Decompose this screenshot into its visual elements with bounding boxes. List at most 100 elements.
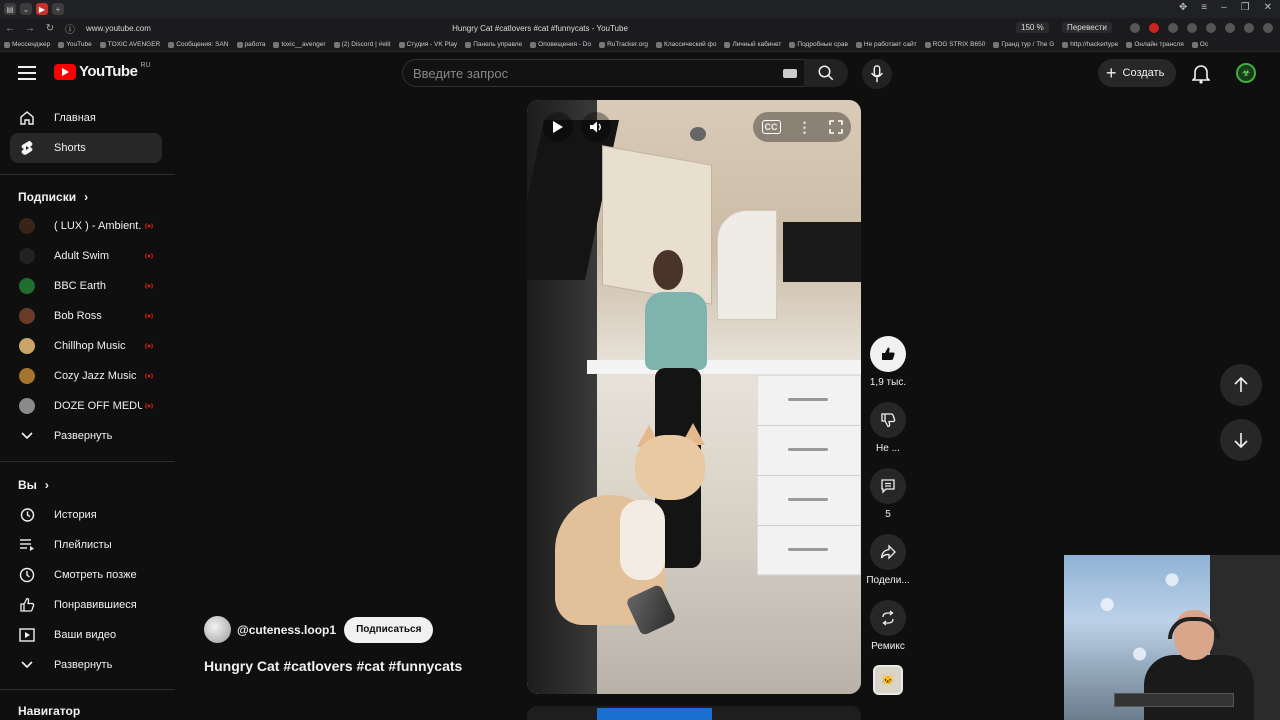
extension-icon[interactable] (1263, 23, 1273, 33)
voice-search-button[interactable] (862, 59, 892, 89)
channel-avatar[interactable] (204, 616, 231, 643)
account-avatar[interactable]: ☣ (1236, 63, 1256, 83)
more-options-icon[interactable]: ⋮ (798, 119, 812, 136)
bookmark-item[interactable]: Подробные срав (785, 41, 852, 48)
like-button[interactable] (870, 336, 906, 372)
minimize-button[interactable]: – (1221, 2, 1227, 13)
create-label: Создать (1122, 67, 1165, 79)
bookmark-label: http://hackertype (1070, 41, 1119, 48)
translate-button[interactable]: Перевести (1062, 22, 1112, 33)
captions-icon[interactable]: CC (761, 120, 781, 134)
bookmark-label: Не работает сайт (863, 41, 917, 48)
play-button[interactable] (543, 112, 573, 142)
arrow-down-icon (1234, 433, 1248, 448)
subscription-item[interactable]: DOZE OFF MEDU... (10, 391, 162, 421)
bookmark-item[interactable]: Сообщения: SAN (164, 41, 232, 48)
bookmark-item[interactable]: Студия - VK Play (395, 41, 462, 48)
play-icon (553, 121, 563, 133)
divider (0, 174, 175, 175)
extension-icon[interactable] (1225, 23, 1235, 33)
bookmark-item[interactable]: Личный кабинет (720, 41, 785, 48)
tab-list-icon[interactable]: ⌄ (20, 3, 32, 15)
close-button[interactable]: ✕ (1264, 2, 1272, 13)
video-title[interactable]: Hungry Cat #catlovers #cat #funnycats (204, 658, 462, 674)
youtube-tab[interactable]: ▶ (36, 3, 48, 15)
bookmark-item[interactable]: YouTube (54, 41, 96, 48)
bookmark-item[interactable]: Панель управле (461, 41, 526, 48)
bookmark-item[interactable]: Классический фо (652, 41, 720, 48)
chevron-down-icon (19, 428, 35, 444)
subscription-item[interactable]: Chillhop Music (10, 331, 162, 361)
new-tab-button[interactable]: + (52, 3, 64, 15)
extension-icon[interactable] (1244, 23, 1254, 33)
sidebar-item-history[interactable]: История (10, 500, 162, 530)
bookmark-item[interactable]: http://hackertype (1058, 41, 1122, 48)
sidebar-item-your-videos[interactable]: Ваши видео (10, 620, 162, 650)
sidebar-item-shorts[interactable]: Shorts (10, 133, 162, 163)
search-button[interactable] (804, 59, 848, 87)
sidebar-item-playlists[interactable]: Плейлисты (10, 530, 162, 560)
bookmark-item[interactable]: Гранд тур / The G (989, 41, 1058, 48)
bookmark-label: ROG STRIX B650 (932, 41, 986, 48)
bookmark-item[interactable]: Мессенджер (0, 41, 54, 48)
search-input[interactable] (403, 60, 763, 86)
bookmark-favicon-icon (599, 41, 606, 48)
bookmark-item[interactable]: Оповещения - Do (526, 41, 595, 48)
bookmark-item[interactable]: Не работает сайт (852, 41, 921, 48)
bookmark-label: Подробные срав (797, 41, 848, 48)
bookmark-item[interactable]: (2) Discord | #elit (330, 41, 395, 48)
sidebar-item-watch-later[interactable]: Смотреть позже (10, 560, 162, 590)
subscription-item[interactable]: Cozy Jazz Music (10, 361, 162, 391)
next-short-preview[interactable] (527, 706, 861, 720)
bookmark-item[interactable]: Ос (1188, 41, 1212, 48)
create-button[interactable]: + Создать (1098, 59, 1177, 87)
keyboard-icon[interactable] (783, 69, 797, 78)
bookmark-item[interactable]: Онлайн трансля (1122, 41, 1187, 48)
sound-thumbnail[interactable]: 🐱 (873, 665, 903, 695)
subscription-item[interactable]: Adult Swim (10, 241, 162, 271)
extension-icon[interactable] (1149, 23, 1159, 33)
browser-menu-icon[interactable]: ▤ (4, 3, 16, 15)
bookmark-favicon-icon (855, 41, 862, 48)
shorts-icon (19, 140, 35, 156)
expand-you-button[interactable]: Развернуть (10, 650, 162, 680)
previous-short-button[interactable] (1220, 364, 1262, 406)
subscription-item[interactable]: Bob Ross (10, 301, 162, 331)
remix-button[interactable] (870, 600, 906, 636)
bookmark-item[interactable]: TOXIC AVENGER (96, 41, 165, 48)
comments-button[interactable] (870, 468, 906, 504)
bookmark-item[interactable]: работа (233, 41, 270, 48)
extension-icon[interactable] (1168, 23, 1178, 33)
zoom-indicator[interactable]: 150 % (1016, 22, 1049, 33)
shorts-video-player[interactable]: CC ⋮ (527, 100, 861, 694)
bookmark-item[interactable]: RuTracker.org (595, 41, 652, 48)
extension-icon[interactable] (1206, 23, 1216, 33)
bookmark-item[interactable]: ROG STRIX B650 (921, 41, 990, 48)
sidebar-item-home[interactable]: Главная (10, 103, 162, 133)
extension-icon[interactable] (1130, 23, 1140, 33)
next-short-button[interactable] (1220, 419, 1262, 461)
microphone-icon (871, 65, 883, 83)
extension-icon[interactable] (1187, 23, 1197, 33)
bookmark-item[interactable]: toxic__avenger (269, 41, 329, 48)
menu-icon[interactable]: ≡ (1201, 2, 1207, 13)
channel-name[interactable]: @cuteness.loop1 (237, 623, 336, 637)
subscribe-button[interactable]: Подписаться (344, 616, 434, 643)
expand-subscriptions-button[interactable]: Развернуть (10, 421, 162, 451)
you-heading[interactable]: Вы › (18, 478, 49, 492)
browser-page-title: Hungry Cat #catlovers #cat #funnycats - … (452, 24, 628, 33)
youtube-logo[interactable]: YouTube RU (54, 62, 151, 80)
notifications-bell-icon[interactable] (1191, 64, 1211, 89)
subscription-item[interactable]: BBC Earth (10, 271, 162, 301)
search-icon (818, 65, 834, 81)
guide-menu-icon[interactable] (18, 66, 36, 80)
subscription-item[interactable]: ( LUX ) - Ambient... (10, 211, 162, 241)
share-button[interactable] (870, 534, 906, 570)
restore-button[interactable]: ❐ (1241, 2, 1250, 13)
dislike-button[interactable] (870, 402, 906, 438)
pin-icon[interactable]: ✥ (1179, 2, 1187, 13)
volume-button[interactable] (581, 112, 611, 142)
fullscreen-icon[interactable] (828, 120, 843, 134)
subscriptions-heading[interactable]: Подписки › (18, 190, 88, 204)
sidebar-item-liked[interactable]: Понравившиеся (10, 590, 162, 620)
